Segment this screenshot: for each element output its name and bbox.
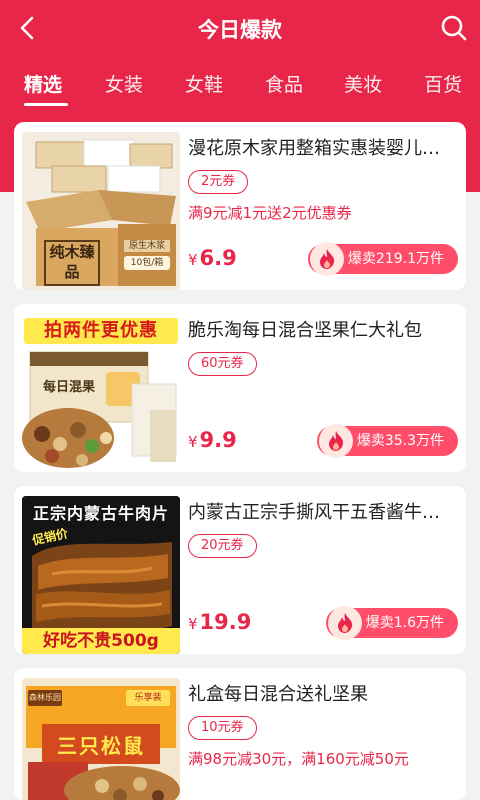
sales-pill: 爆卖35.3万件 — [316, 424, 458, 458]
active-tab-indicator — [24, 103, 68, 106]
price-value: 6.9 — [199, 246, 237, 270]
category-tabs: 精选 女装 女鞋 食品 美妆 百货 — [0, 62, 480, 112]
box-brand-text: 三只松鼠 — [57, 734, 145, 758]
fire-icon — [318, 424, 353, 458]
tab-womens-shoes[interactable]: 女鞋 — [185, 70, 223, 97]
box-brand-text: 每日混果 — [42, 380, 95, 395]
product-name: 内蒙古正宗手撕风干五香酱牛肉片 — [188, 502, 452, 523]
promo-text: 满98元减30元，满160元减50元 — [188, 750, 409, 768]
image-title-text: 正宗内蒙古牛肉片 — [32, 504, 169, 523]
price-value: 19.9 — [199, 610, 252, 634]
currency-symbol: ¥ — [188, 433, 198, 451]
product-name: 漫花原木家用整箱实惠装婴儿纸巾抽纸 — [188, 138, 452, 159]
tab-beauty[interactable]: 美妆 — [344, 70, 382, 97]
product-price: ¥19.9 — [188, 610, 251, 634]
product-image: 纯木臻品 原生木浆 10包/箱 — [22, 132, 180, 290]
product-image: 正宗内蒙古牛肉片 促销价 好吃不贵500g — [22, 496, 180, 654]
product-price: ¥9.9 — [188, 428, 237, 452]
box-brand-text: 纯木臻品 — [44, 240, 100, 286]
box-side-text: 原生木浆 — [128, 241, 165, 251]
product-card[interactable]: 正宗内蒙古牛肉片 促销价 好吃不贵500g 内蒙古正宗手撕风干五香酱牛肉片 20… — [14, 486, 466, 654]
price-value: 9.9 — [199, 428, 237, 452]
sales-pill: 爆卖219.1万件 — [307, 242, 458, 276]
sales-text: 爆卖219.1万件 — [347, 251, 444, 267]
coupon-badge[interactable]: 60元券 — [188, 352, 257, 376]
sales-text: 爆卖35.3万件 — [356, 433, 444, 449]
product-name: 礼盒每日混合送礼坚果 — [188, 684, 368, 705]
fire-icon — [309, 242, 344, 276]
product-card[interactable]: 纯木臻品 原生木浆 10包/箱 漫花原木家用整箱实惠装婴儿纸巾抽纸 2元券 满9… — [14, 122, 466, 290]
coupon-badge[interactable]: 10元券 — [188, 716, 257, 740]
currency-symbol: ¥ — [188, 615, 198, 633]
coupon-badge[interactable]: 20元券 — [188, 534, 257, 558]
tab-food[interactable]: 食品 — [265, 70, 303, 97]
page-title: 今日爆款 — [198, 18, 282, 42]
product-image: 拍两件更优惠 每日混果 — [22, 314, 180, 472]
product-price: ¥6.9 — [188, 246, 237, 270]
product-image: 森林乐园 乐享装 三只松鼠 — [22, 678, 180, 800]
tab-featured[interactable]: 精选 — [24, 70, 62, 97]
box-tag-text: 乐享装 — [126, 690, 170, 706]
tab-womens-clothing[interactable]: 女装 — [105, 70, 143, 97]
box-badge-text: 10包/箱 — [130, 258, 164, 268]
product-card[interactable]: 拍两件更优惠 每日混果 脆乐淘每日混合坚果仁大礼包 60元券 ¥9.9 爆卖35… — [14, 304, 466, 472]
promo-banner-text: 拍两件更优惠 — [24, 318, 178, 344]
fire-icon — [327, 606, 362, 640]
currency-symbol: ¥ — [188, 251, 198, 269]
search-button[interactable] — [436, 10, 472, 46]
tab-general-goods[interactable]: 百货 — [424, 70, 462, 97]
logo-text: 森林乐园 — [28, 690, 62, 706]
product-name: 脆乐淘每日混合坚果仁大礼包 — [188, 320, 422, 341]
sales-pill: 爆卖1.6万件 — [325, 606, 458, 640]
search-icon — [441, 15, 467, 41]
promo-text: 满9元减1元送2元优惠券 — [188, 204, 352, 222]
sales-text: 爆卖1.6万件 — [365, 615, 444, 631]
image-bottom-text: 好吃不贵500g — [22, 628, 180, 654]
product-card[interactable]: 森林乐园 乐享装 三只松鼠 礼盒每日混合送礼坚果 10元券 满98元减30元，满… — [14, 668, 466, 800]
coupon-badge[interactable]: 2元券 — [188, 170, 249, 194]
header: 今日爆款 — [0, 0, 480, 58]
